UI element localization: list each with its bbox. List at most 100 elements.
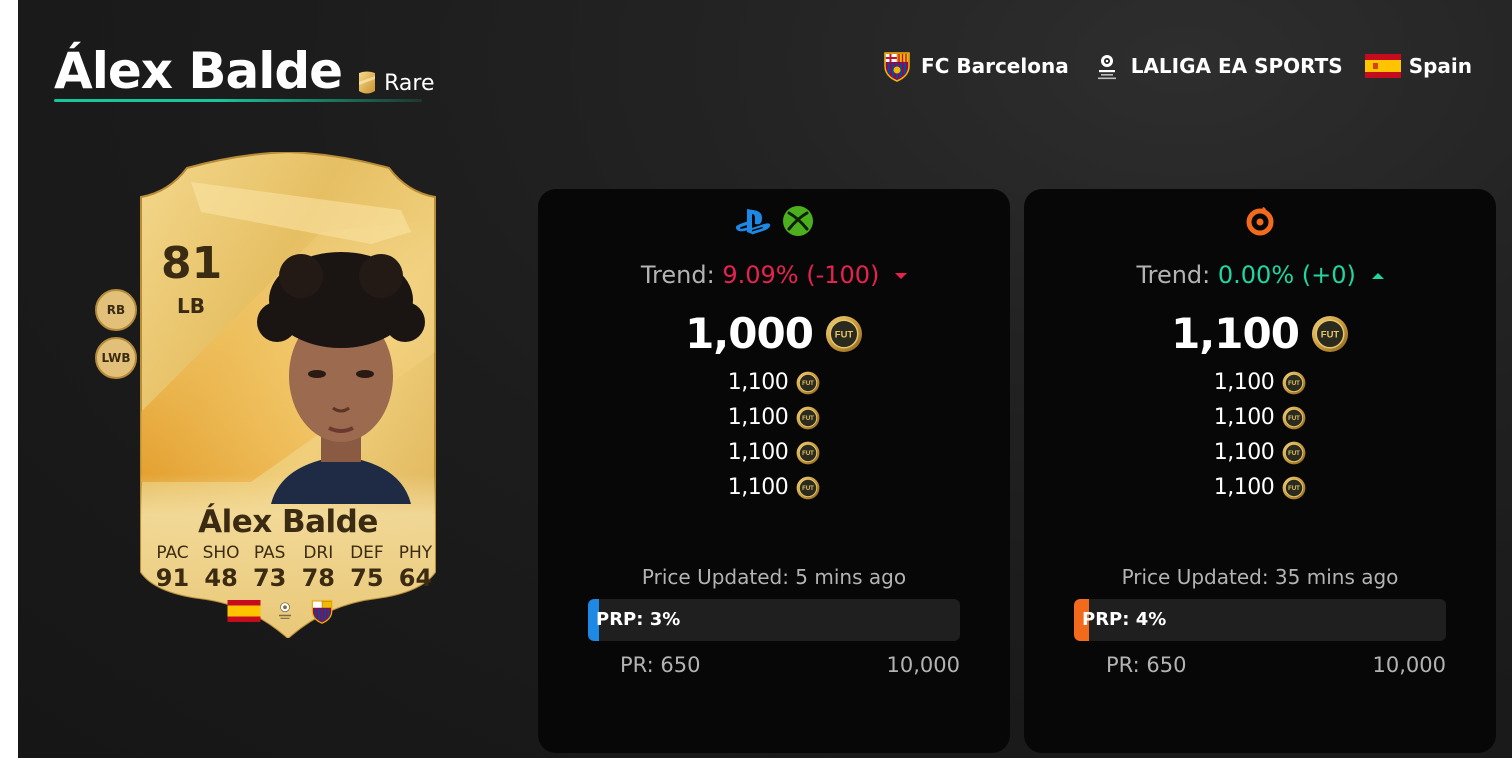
stat-value: 48 bbox=[204, 564, 238, 592]
rarity-tag: Rare bbox=[356, 70, 435, 96]
range-min: PR: 650 bbox=[620, 653, 701, 677]
list-item: 1,100 bbox=[1214, 470, 1306, 505]
prp-label: PRP: 3% bbox=[596, 609, 681, 630]
title-underline bbox=[54, 99, 422, 102]
pc-price-panel: Trend: 0.00% (+0) 1,100 1,100 1,100 1,10… bbox=[1024, 189, 1496, 753]
xbox-icon bbox=[783, 206, 813, 236]
stat-label: DEF bbox=[350, 543, 384, 563]
fut-coin-icon bbox=[1282, 406, 1306, 430]
trend-label: Trend: bbox=[640, 261, 715, 289]
alt-position-badge: RB bbox=[95, 289, 137, 331]
trend-up-arrow-icon bbox=[1371, 273, 1384, 279]
list-item: 1,100 bbox=[728, 435, 820, 470]
stat-phy: PHY 64 bbox=[392, 543, 439, 593]
current-price-value: 1,100 bbox=[1171, 309, 1300, 358]
price-trend: Trend: 9.09% (-100) bbox=[538, 261, 1010, 289]
playstation-icon bbox=[735, 209, 771, 235]
player-meta-links: FC Barcelona LALIGA EA SPORTS Spain bbox=[881, 50, 1472, 82]
stat-label: PHY bbox=[398, 543, 433, 563]
player-header: Álex Balde Rare bbox=[54, 38, 435, 102]
player-card[interactable]: 81 LB Álex Balde PAC 91 SHO 48 PAS 73 DR… bbox=[121, 152, 455, 638]
current-price-value: 1,000 bbox=[685, 309, 814, 358]
fut-coin-icon bbox=[796, 406, 820, 430]
platform-icons bbox=[1024, 205, 1496, 237]
fc-barcelona-crest-icon bbox=[884, 52, 910, 82]
league-name: LALIGA EA SPORTS bbox=[1130, 54, 1343, 78]
stat-value: 78 bbox=[301, 564, 335, 592]
list-item: 1,100 bbox=[728, 365, 820, 400]
listed-price: 1,100 bbox=[727, 370, 789, 395]
price-range-bar: PRP: 3% bbox=[588, 599, 960, 641]
trend-value: 0.00% (+0) bbox=[1217, 261, 1356, 289]
range-max: 10,000 bbox=[886, 653, 960, 677]
nation-link[interactable]: Spain bbox=[1364, 54, 1472, 78]
price-trend: Trend: 0.00% (+0) bbox=[1024, 261, 1496, 289]
list-item: 1,100 bbox=[1214, 365, 1306, 400]
stat-label: SHO bbox=[202, 543, 240, 563]
stat-dri: DRI 78 bbox=[295, 543, 342, 593]
player-page: Álex Balde Rare FC Barcelona LALIGA EA S… bbox=[18, 0, 1512, 758]
fc-barcelona-crest-icon bbox=[311, 599, 333, 624]
stat-label: PAC bbox=[156, 543, 189, 563]
spain-flag-icon bbox=[227, 600, 261, 622]
list-item: 1,100 bbox=[728, 470, 820, 505]
current-price: 1,100 bbox=[1024, 309, 1496, 358]
price-updated-text: Price Updated: 5 mins ago bbox=[641, 565, 907, 589]
fut-coin-icon bbox=[1282, 371, 1306, 395]
fut-coin-icon bbox=[1282, 476, 1306, 500]
lowest-bin-list: 1,100 1,100 1,100 1,100 bbox=[538, 365, 1010, 505]
card-position: LB bbox=[177, 294, 205, 318]
price-range-bar: PRP: 4% bbox=[1074, 599, 1446, 641]
card-player-name: Álex Balde bbox=[198, 504, 378, 540]
prp-label: PRP: 4% bbox=[1082, 609, 1167, 630]
platform-icons bbox=[538, 205, 1010, 237]
nation-name: Spain bbox=[1408, 54, 1472, 78]
price-range-limits: PR: 650 10,000 bbox=[1106, 653, 1446, 677]
stat-value: 64 bbox=[398, 564, 433, 592]
stat-label: PAS bbox=[253, 543, 286, 563]
stat-value: 73 bbox=[252, 564, 287, 592]
stat-value: 91 bbox=[155, 564, 190, 592]
stat-def: DEF 75 bbox=[343, 543, 390, 593]
listed-price: 1,100 bbox=[1213, 440, 1275, 465]
laliga-logo-icon bbox=[1097, 55, 1116, 80]
card-stats: PAC 91 SHO 48 PAS 73 DRI 78 DEF 75 PHY 6… bbox=[149, 543, 439, 593]
fut-coin-icon bbox=[796, 441, 820, 465]
page-title: Álex Balde bbox=[54, 42, 343, 100]
fut-coin-icon bbox=[1311, 315, 1349, 353]
laliga-logo-icon bbox=[279, 602, 291, 619]
range-min: PR: 650 bbox=[1106, 653, 1187, 677]
stat-sho: SHO 48 bbox=[198, 543, 245, 593]
list-item: 1,100 bbox=[728, 400, 820, 435]
stat-pac: PAC 91 bbox=[149, 543, 196, 593]
player-portrait bbox=[257, 252, 425, 504]
club-link[interactable]: FC Barcelona bbox=[881, 50, 1069, 82]
trend-label: Trend: bbox=[1136, 261, 1211, 289]
origin-icon bbox=[1246, 207, 1274, 236]
card-badges bbox=[227, 598, 335, 624]
stat-pas: PAS 73 bbox=[246, 543, 293, 593]
stat-value: 75 bbox=[350, 564, 384, 592]
listed-price: 1,100 bbox=[727, 440, 789, 465]
fut-coin-icon bbox=[796, 371, 820, 395]
listed-price: 1,100 bbox=[1213, 370, 1275, 395]
league-link[interactable]: LALIGA EA SPORTS bbox=[1091, 50, 1343, 82]
price-updated-text: Price Updated: 35 mins ago bbox=[1121, 565, 1399, 589]
listed-price: 1,100 bbox=[727, 405, 789, 430]
listed-price: 1,100 bbox=[727, 475, 789, 500]
listed-price: 1,100 bbox=[1213, 475, 1275, 500]
console-price-panel: Trend: 9.09% (-100) 1,000 1,100 1,100 1,… bbox=[538, 189, 1010, 753]
current-price: 1,000 bbox=[538, 309, 1010, 358]
rare-card-icon bbox=[359, 71, 376, 94]
alt-position-badge: LWB bbox=[95, 337, 137, 379]
range-max: 10,000 bbox=[1372, 653, 1446, 677]
fut-coin-icon bbox=[796, 476, 820, 500]
list-item: 1,100 bbox=[1214, 400, 1306, 435]
fut-coin-icon bbox=[1282, 441, 1306, 465]
lowest-bin-list: 1,100 1,100 1,100 1,100 bbox=[1024, 365, 1496, 505]
spain-flag-icon bbox=[1364, 54, 1401, 78]
listed-price: 1,100 bbox=[1213, 405, 1275, 430]
trend-value: 9.09% (-100) bbox=[722, 261, 880, 289]
card-rating: 81 bbox=[161, 238, 223, 289]
stat-label: DRI bbox=[303, 543, 334, 563]
